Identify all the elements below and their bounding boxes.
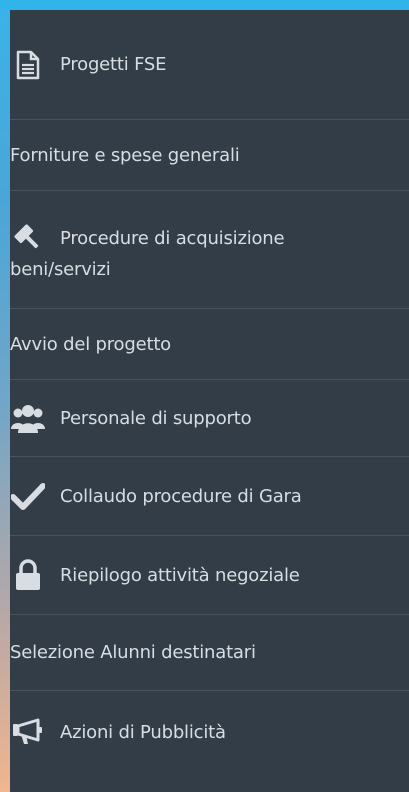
gavel-icon (10, 223, 46, 253)
menu-item-label-continued: beni/servizi (10, 259, 111, 280)
menu-item-collaudo-procedure[interactable]: Collaudo procedure di Gara (10, 457, 409, 536)
menu-item-avvio-progetto[interactable]: Avvio del progetto (10, 309, 409, 380)
menu-item-label: Avvio del progetto (10, 333, 171, 355)
menu-item-azioni-pubblicita[interactable]: Azioni di Pubblicità (10, 691, 409, 773)
check-icon (10, 482, 46, 510)
document-icon (10, 50, 46, 80)
top-accent-bar (0, 0, 409, 10)
menu-item-selezione-alunni[interactable]: Selezione Alunni destinatari (10, 615, 409, 691)
menu-item-label: Riepilogo attività negoziale (60, 564, 300, 586)
menu-item-riepilogo-attivita[interactable]: Riepilogo attività negoziale (10, 536, 409, 615)
users-icon (10, 403, 46, 433)
menu-item-personale-supporto[interactable]: Personale di supporto (10, 380, 409, 457)
lock-icon (10, 559, 46, 591)
menu-item-forniture-spese-generali[interactable]: Forniture e spese generali (10, 120, 409, 191)
menu-item-label: Selezione Alunni destinatari (10, 642, 256, 663)
menu-item-progetti-fse[interactable]: Progetti FSE (10, 10, 409, 120)
menu-item-label: Personale di supporto (60, 407, 252, 429)
menu-item-label: Azioni di Pubblicità (60, 721, 226, 743)
menu-item-label: Collaudo procedure di Gara (60, 485, 302, 507)
menu-item-label: Procedure di acquisizione (60, 227, 285, 249)
menu-list: Progetti FSE Forniture e spese generali … (10, 10, 409, 773)
menu-item-procedure-acquisizione[interactable]: Procedure di acquisizione beni/servizi (10, 191, 409, 309)
megaphone-icon (10, 718, 46, 746)
menu-item-label: Forniture e spese generali (10, 144, 240, 166)
sidebar-menu: Progetti FSE Forniture e spese generali … (10, 10, 409, 792)
menu-item-label: Progetti FSE (60, 54, 167, 75)
